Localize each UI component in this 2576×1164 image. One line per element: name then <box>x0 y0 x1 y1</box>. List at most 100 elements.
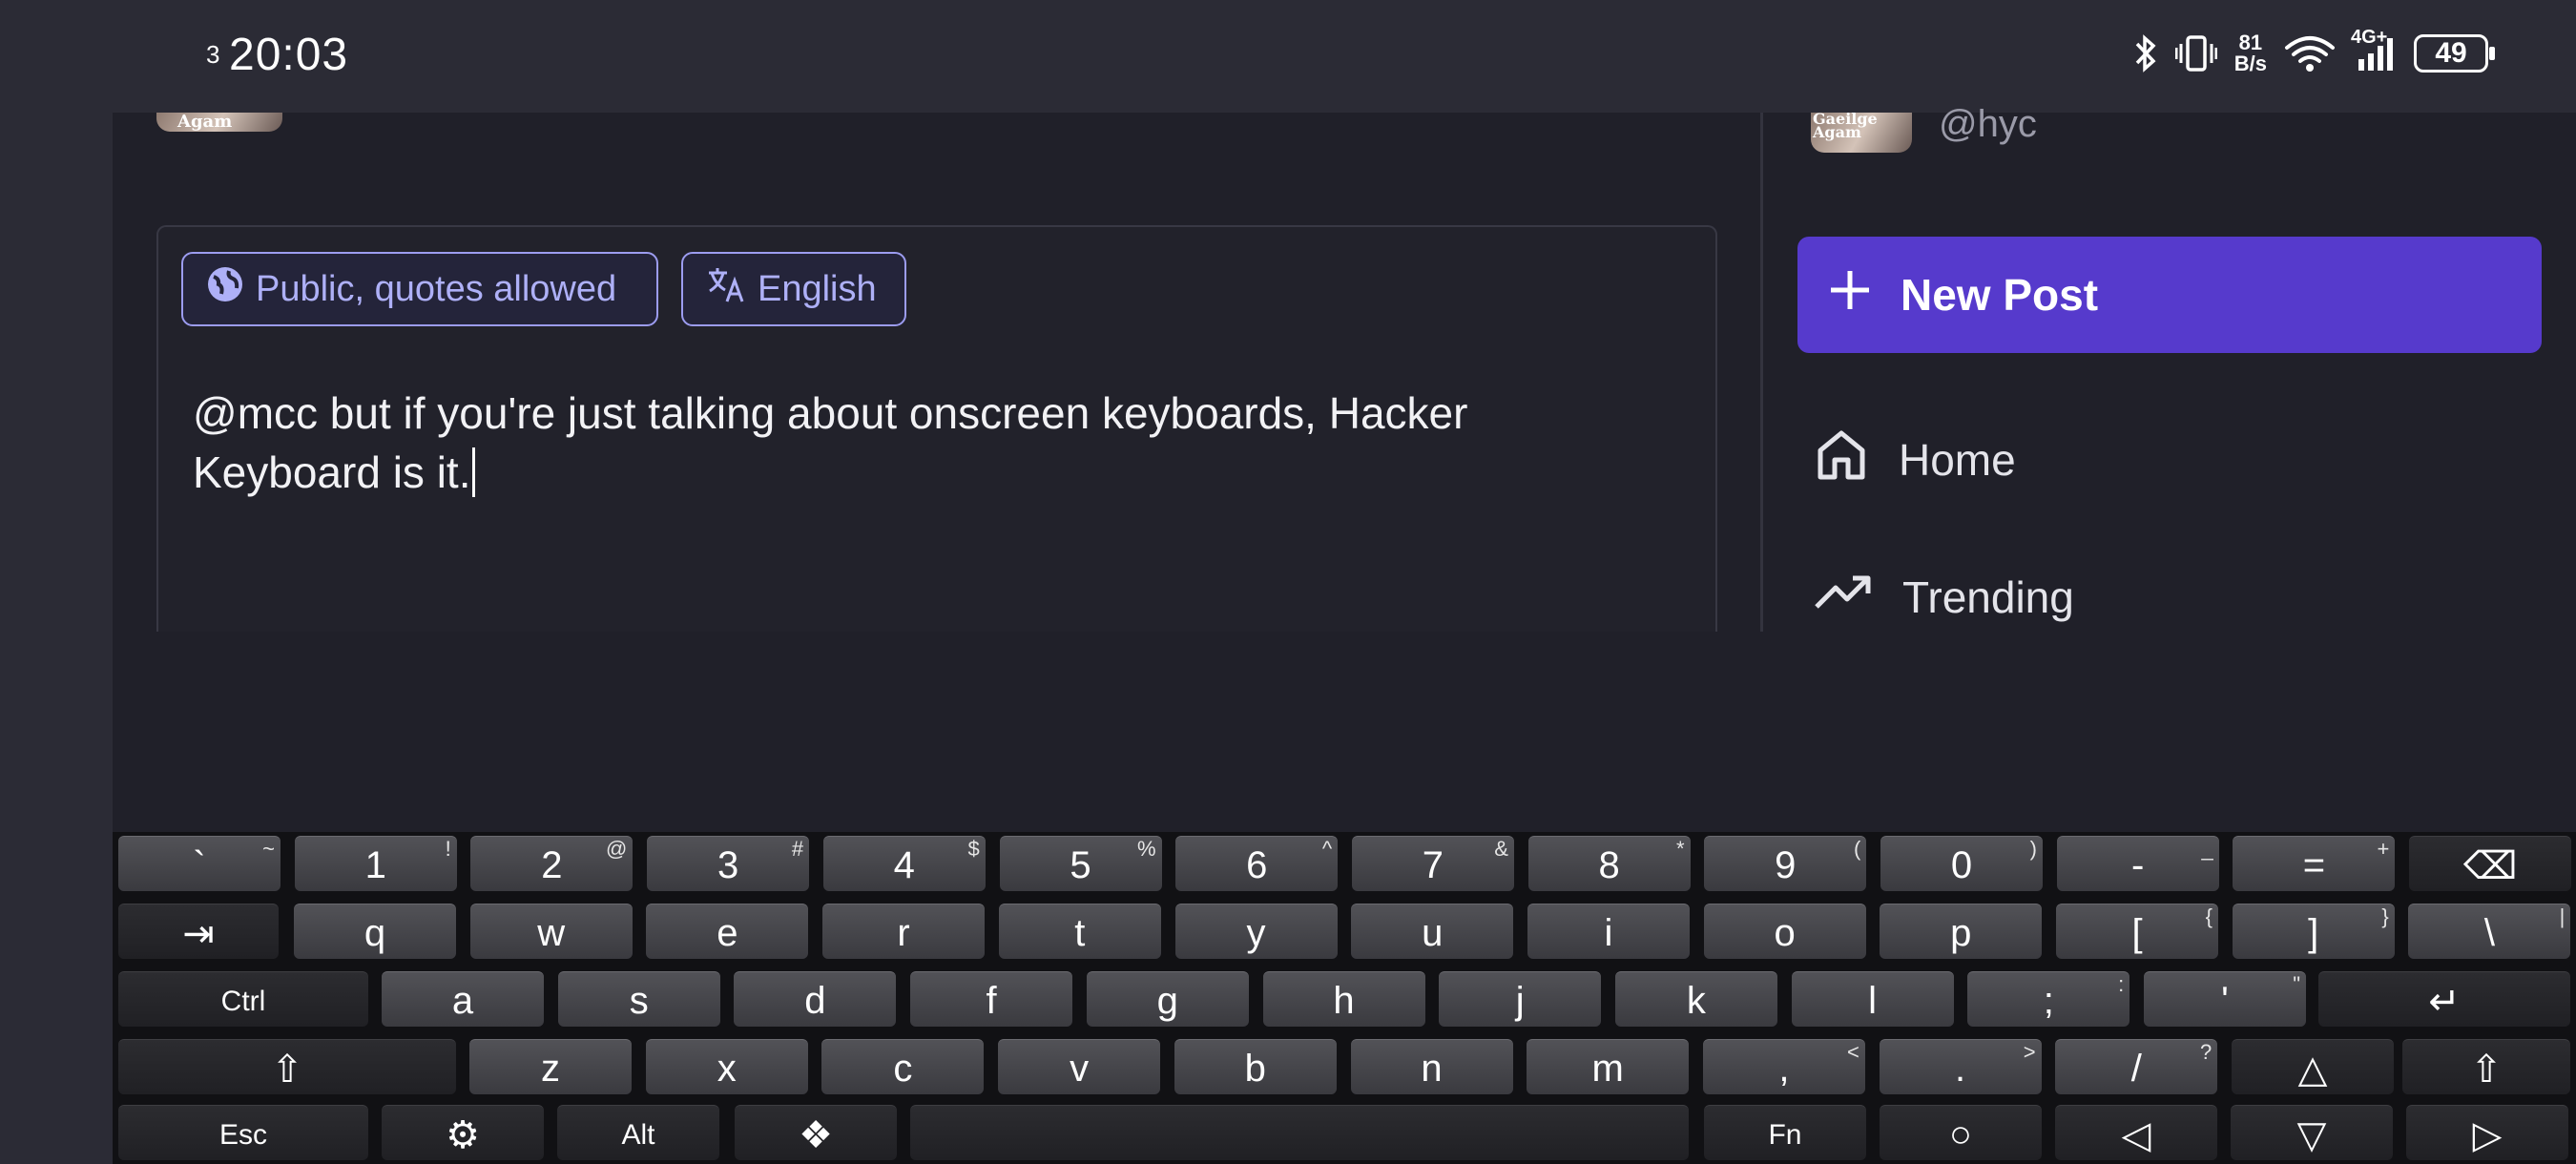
key-f[interactable]: f <box>910 971 1073 1027</box>
key-9[interactable]: 9( <box>1704 836 1867 891</box>
key-t[interactable]: t <box>998 904 1161 959</box>
key-o[interactable]: o <box>1703 904 1866 959</box>
key-shift-label: _ <box>2201 837 2213 861</box>
sidebar-item-label: Trending <box>1902 572 2074 622</box>
key-w[interactable]: w <box>469 904 633 959</box>
key-r[interactable]: r <box>822 904 986 959</box>
key-label: a <box>451 980 474 1022</box>
key-label: Esc <box>218 1118 267 1151</box>
key-4[interactable]: 4 $ <box>822 836 986 891</box>
new-post-button[interactable]: New Post <box>1797 237 2542 353</box>
language-selector[interactable]: English <box>681 252 906 326</box>
key-p[interactable]: p <box>1880 904 2043 959</box>
key-n[interactable]: n <box>1350 1039 1513 1094</box>
key-h[interactable]: h <box>1262 971 1425 1027</box>
key-j[interactable]: j <box>1439 971 1602 1027</box>
key-v[interactable]: v <box>998 1039 1161 1094</box>
key-label: e <box>717 912 738 954</box>
battery-indicator: 49 <box>2414 34 2495 73</box>
account-handle[interactable]: @hyc <box>1939 103 2037 146</box>
ctrl-key[interactable]: Ctrl <box>118 971 368 1027</box>
alt-key[interactable]: Alt <box>557 1105 719 1160</box>
key-u39[interactable]: ' " <box>2144 971 2306 1027</box>
key-y[interactable]: y <box>1174 904 1338 959</box>
key-u59[interactable]: ;: <box>1967 971 2130 1027</box>
key-a[interactable]: a <box>382 971 544 1027</box>
sidebar-item-home[interactable]: Home <box>1813 426 2016 493</box>
key-u92[interactable]: \ | <box>2408 904 2571 959</box>
key-0[interactable]: 0) <box>1880 836 2043 891</box>
settings-key[interactable]: ⚙ <box>382 1105 544 1160</box>
key-k[interactable]: k <box>1614 971 1777 1027</box>
post-composer: Public, quotes allowed English @mcc but … <box>156 225 1717 632</box>
key-8[interactable]: 8 * <box>1527 836 1691 891</box>
visibility-selector[interactable]: Public, quotes allowed <box>181 252 658 326</box>
key-z[interactable]: z <box>469 1039 632 1094</box>
post-text-input[interactable]: @mcc but if you're just talking about on… <box>193 384 1662 502</box>
key-shift-label: { <box>2205 904 2212 928</box>
key-label: p <box>1950 912 1972 954</box>
key-u61[interactable]: = + <box>2233 836 2396 891</box>
key-label: 6 <box>1246 844 1268 886</box>
backspace-key[interactable]: ⌫ <box>2409 836 2572 891</box>
key-5[interactable]: 5% <box>999 836 1162 891</box>
up-arrow-key[interactable]: △ <box>2232 1039 2394 1094</box>
key-m[interactable]: m <box>1527 1039 1690 1094</box>
text-caret <box>472 447 476 497</box>
key-label: n <box>1421 1048 1443 1090</box>
key-6[interactable]: 6 ^ <box>1175 836 1339 891</box>
key-i[interactable]: i <box>1527 904 1690 959</box>
space-key[interactable] <box>910 1105 1689 1160</box>
bluetooth-icon <box>2133 33 2158 73</box>
net-speed: 81 B/s <box>2233 31 2267 75</box>
key-u47[interactable]: /? <box>2055 1039 2218 1094</box>
key-7[interactable]: 7 & <box>1351 836 1514 891</box>
key-q[interactable]: q <box>294 904 456 959</box>
enter-key[interactable]: ↵ <box>2318 971 2570 1027</box>
key-d[interactable]: d <box>734 971 897 1027</box>
key-u44[interactable]: , < <box>1702 1039 1865 1094</box>
key-2[interactable]: 2 @ <box>470 836 634 891</box>
key-u[interactable]: u <box>1351 904 1514 959</box>
key-l[interactable]: l <box>1791 971 1954 1027</box>
left-arrow-key[interactable]: ◁ <box>2055 1105 2217 1160</box>
post-author-avatar[interactable]: Agam <box>156 113 282 132</box>
column-divider <box>1760 113 1763 632</box>
key-label: ; <box>2043 980 2054 1022</box>
fn-key[interactable]: Fn <box>1704 1105 1866 1160</box>
new-post-label: New Post <box>1901 270 2099 320</box>
key-shift-label: } <box>2381 904 2389 928</box>
clock: 20:03 <box>229 30 349 80</box>
key-label: 8 <box>1598 844 1620 886</box>
key-label: y <box>1246 912 1266 954</box>
key-u96[interactable]: ` ~ <box>118 836 280 891</box>
sidebar-item-trending[interactable]: Trending <box>1813 563 2074 631</box>
esc-key[interactable]: Esc <box>118 1105 368 1160</box>
key-s[interactable]: s <box>557 971 720 1027</box>
key-e[interactable]: e <box>646 904 809 959</box>
key-3[interactable]: 3 # <box>647 836 810 891</box>
shift-key[interactable]: ⇧ <box>2402 1039 2570 1094</box>
key-label: b <box>1244 1048 1266 1090</box>
key-label: k <box>1686 980 1706 1022</box>
key-u46[interactable]: . > <box>1879 1039 2042 1094</box>
key-shift-label: @ <box>606 837 628 861</box>
key-label: ❖ <box>799 1113 833 1156</box>
key-c[interactable]: c <box>821 1039 985 1094</box>
key-b[interactable]: b <box>1174 1039 1337 1094</box>
key-label: r <box>897 912 910 954</box>
key-u45[interactable]: - _ <box>2056 836 2219 891</box>
tab-key[interactable]: ⇥ <box>118 904 279 959</box>
key-u93[interactable]: ]} <box>2232 904 2395 959</box>
down-arrow-key[interactable]: ▽ <box>2231 1105 2393 1160</box>
key-x[interactable]: x <box>645 1039 808 1094</box>
key-1[interactable]: 1! <box>294 836 457 891</box>
right-arrow-key[interactable]: ▷ <box>2406 1105 2568 1160</box>
home-nav-key[interactable]: ○ <box>1880 1105 2042 1160</box>
shift-key[interactable]: ⇧ <box>118 1039 456 1094</box>
account-avatar[interactable]: Gaeilge Agam <box>1811 113 1912 153</box>
key-u91[interactable]: [{ <box>2056 904 2218 959</box>
meta-key[interactable]: ❖ <box>735 1105 897 1160</box>
key-label: l <box>1868 980 1878 1022</box>
key-g[interactable]: g <box>1086 971 1249 1027</box>
